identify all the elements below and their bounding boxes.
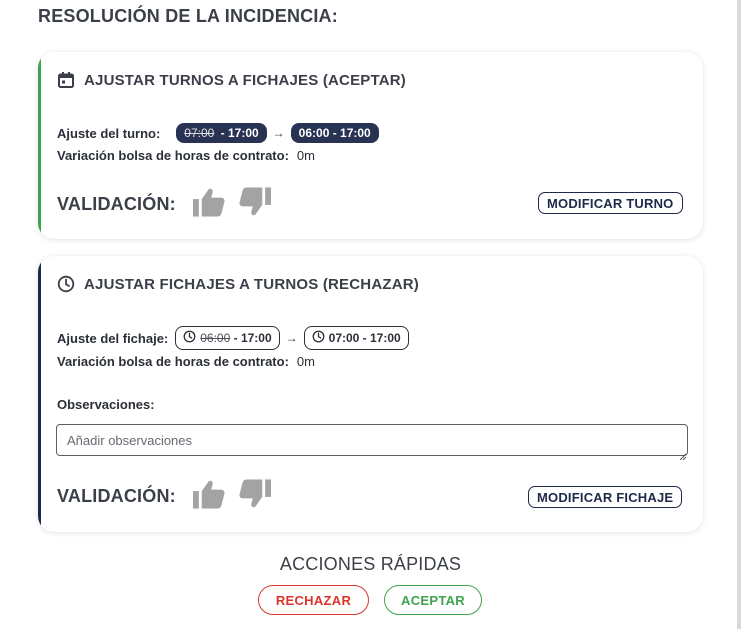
card-adjust-clockings: AJUSTAR FICHAJES A TURNOS (RECHAZAR) Aju… — [38, 256, 703, 532]
clocking-validation-label: VALIDACIÓN: — [57, 486, 176, 506]
clocking-old-end: - 17:00 — [230, 331, 272, 345]
shift-variation-value: 0m — [296, 148, 315, 163]
clocking-variation-value: 0m — [296, 354, 315, 369]
section-title: RESOLUCIÓN DE LA INCIDENCIA: — [38, 6, 338, 26]
shift-variation-label: Variación bolsa de horas de contrato: — [57, 148, 289, 163]
scroll-edge — [737, 0, 741, 629]
observations-input[interactable] — [56, 424, 688, 456]
clock-icon — [312, 330, 325, 346]
shift-new-range-chip: 06:00 - 17:00 — [290, 123, 379, 143]
shift-old-end: - 17:00 — [217, 126, 259, 140]
clock-icon — [57, 275, 75, 293]
shift-old-start: 07:00 — [184, 126, 215, 140]
clocking-old-range-chip: 06:00 - 17:00 — [175, 326, 280, 350]
thumbs-up-icon[interactable] — [191, 186, 227, 223]
clocking-validation: VALIDACIÓN: — [57, 478, 283, 515]
shift-arrow: → — [272, 126, 285, 140]
clocking-variation-row: Variación bolsa de horas de contrato: 0m — [57, 354, 315, 369]
clocking-adjust-row: Ajuste del fichaje: 06:00 - 17:00 → 07:0… — [57, 326, 409, 350]
resize-handle-icon[interactable] — [679, 447, 687, 461]
shift-adjust-label: Ajuste del turno: — [57, 125, 161, 141]
clock-icon — [183, 330, 196, 346]
card-adjust-shifts-title: AJUSTAR TURNOS A FICHAJES (ACEPTAR) — [84, 71, 407, 89]
reject-button[interactable]: RECHAZAR — [258, 585, 369, 615]
card-adjust-clockings-title: AJUSTAR FICHAJES A TURNOS (RECHAZAR) — [84, 275, 419, 293]
card-adjust-shifts-header: AJUSTAR TURNOS A FICHAJES (ACEPTAR) — [57, 71, 406, 89]
quick-actions-title: ACCIONES RÁPIDAS — [279, 554, 462, 574]
incident-resolution-panel: RESOLUCIÓN DE LA INCIDENCIA: AJUSTAR TUR… — [0, 0, 737, 629]
card-adjust-clockings-header: AJUSTAR FICHAJES A TURNOS (RECHAZAR) — [57, 275, 419, 293]
clocking-adjust-label: Ajuste del fichaje: — [57, 330, 169, 346]
clocking-arrow: → — [285, 331, 298, 345]
accept-button[interactable]: ACEPTAR — [384, 585, 482, 615]
shift-variation-row: Variación bolsa de horas de contrato: 0m — [57, 148, 315, 163]
shift-validation-label: VALIDACIÓN: — [57, 194, 176, 214]
clocking-variation-label: Variación bolsa de horas de contrato: — [57, 354, 289, 369]
calendar-icon — [57, 71, 75, 89]
shift-adjust-row: Ajuste del turno: 07:00 - 17:00 → 06:00 … — [57, 123, 379, 143]
thumbs-down-icon[interactable] — [237, 186, 273, 223]
clocking-old-start: 06:00 — [200, 331, 231, 345]
thumbs-up-icon[interactable] — [191, 478, 227, 515]
clocking-new-range-chip: 07:00 - 17:00 — [303, 326, 409, 350]
modify-clocking-button[interactable]: MODIFICAR FICHAJE — [528, 486, 683, 508]
shift-old-range-chip: 07:00 - 17:00 — [176, 123, 267, 143]
modify-shift-button[interactable]: MODIFICAR TURNO — [538, 192, 683, 214]
clocking-new-range: 07:00 - 17:00 — [328, 331, 401, 345]
thumbs-down-icon[interactable] — [237, 478, 273, 515]
shift-validation: VALIDACIÓN: — [57, 186, 283, 223]
card-adjust-shifts: AJUSTAR TURNOS A FICHAJES (ACEPTAR) Ajus… — [38, 52, 703, 239]
observations-label: Observaciones: — [57, 397, 155, 412]
